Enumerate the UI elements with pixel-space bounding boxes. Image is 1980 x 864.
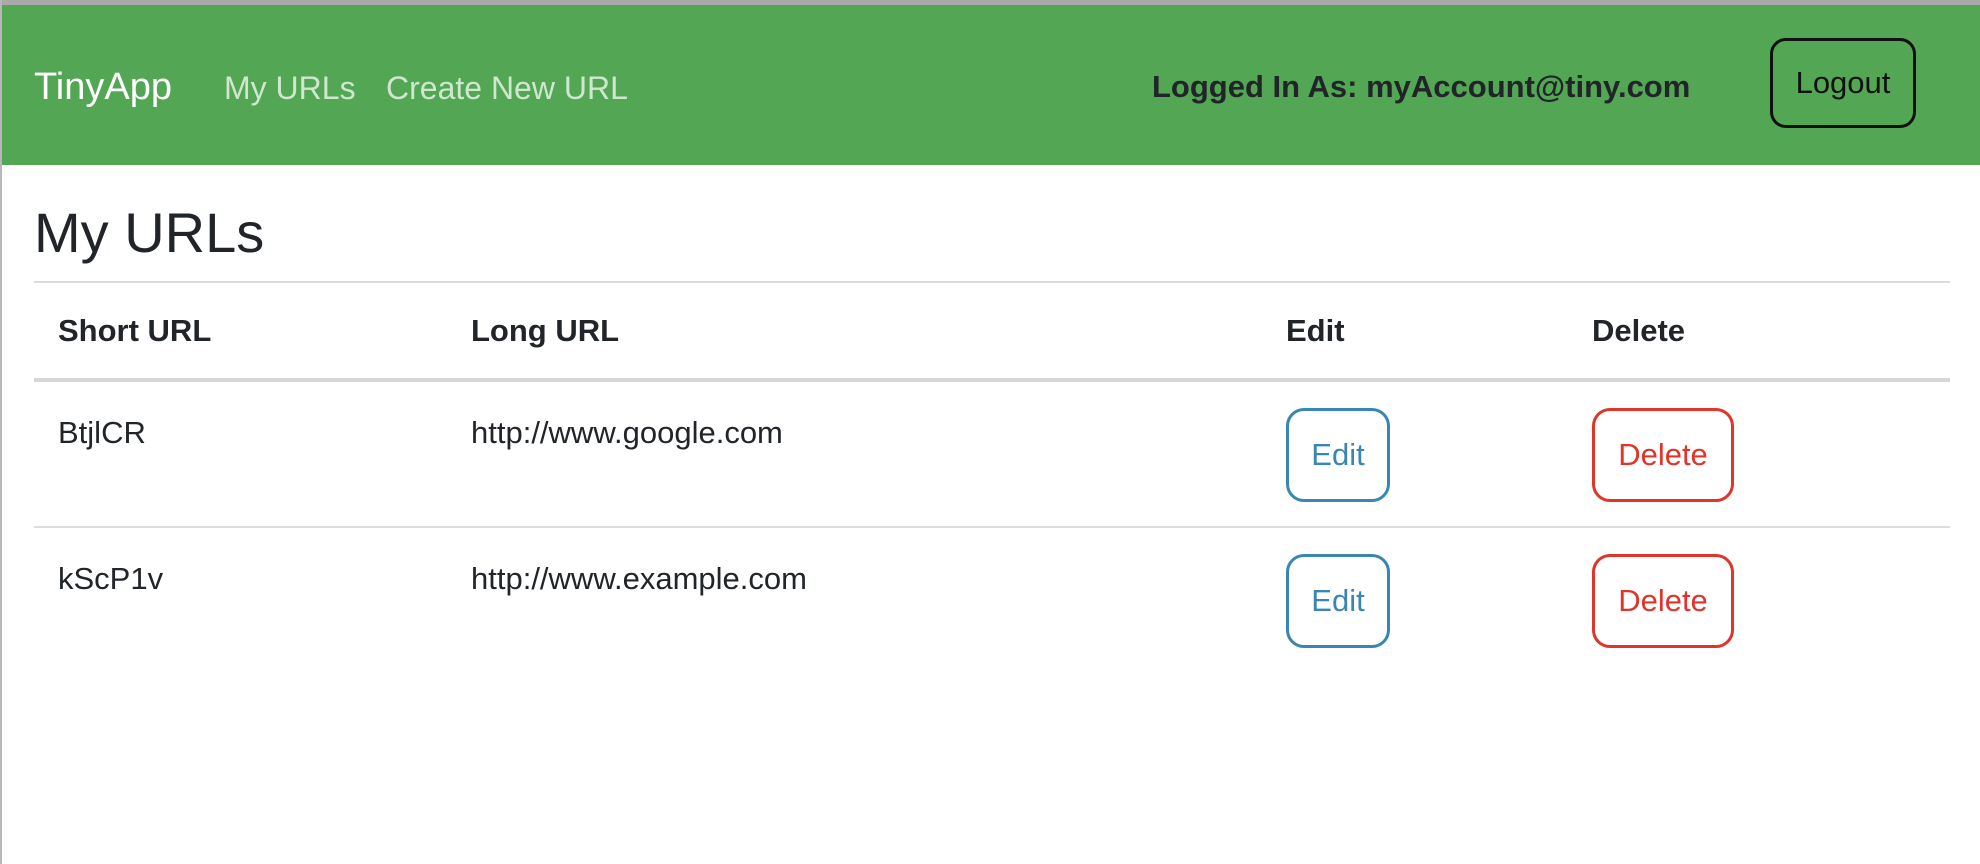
row-divider <box>34 526 1950 528</box>
short-url-cell: BtjlCR <box>58 415 146 450</box>
long-url-cell: http://www.google.com <box>471 415 783 450</box>
header-long-url: Long URL <box>471 313 620 348</box>
logged-in-status: Logged In As: myAccount@tiny.com <box>1152 69 1691 104</box>
window-left-border <box>0 0 2 864</box>
title-divider <box>34 281 1950 283</box>
page-title: My URLs <box>34 201 265 264</box>
nav-link-create-new-url[interactable]: Create New URL <box>386 69 628 107</box>
header-edit: Edit <box>1286 313 1345 348</box>
brand-link[interactable]: TinyApp <box>34 65 172 109</box>
delete-button[interactable]: Delete <box>1592 408 1734 502</box>
header-short-url: Short URL <box>58 313 212 348</box>
edit-button[interactable]: Edit <box>1286 408 1390 502</box>
nav-link-my-urls[interactable]: My URLs <box>224 69 356 107</box>
delete-button[interactable]: Delete <box>1592 554 1734 648</box>
header-divider <box>34 378 1950 382</box>
logout-button[interactable]: Logout <box>1770 38 1916 128</box>
edit-button[interactable]: Edit <box>1286 554 1390 648</box>
navbar: TinyApp My URLs Create New URL Logged In… <box>2 5 1980 165</box>
long-url-cell: http://www.example.com <box>471 561 807 596</box>
header-delete: Delete <box>1592 313 1686 348</box>
short-url-cell: kScP1v <box>58 561 164 596</box>
